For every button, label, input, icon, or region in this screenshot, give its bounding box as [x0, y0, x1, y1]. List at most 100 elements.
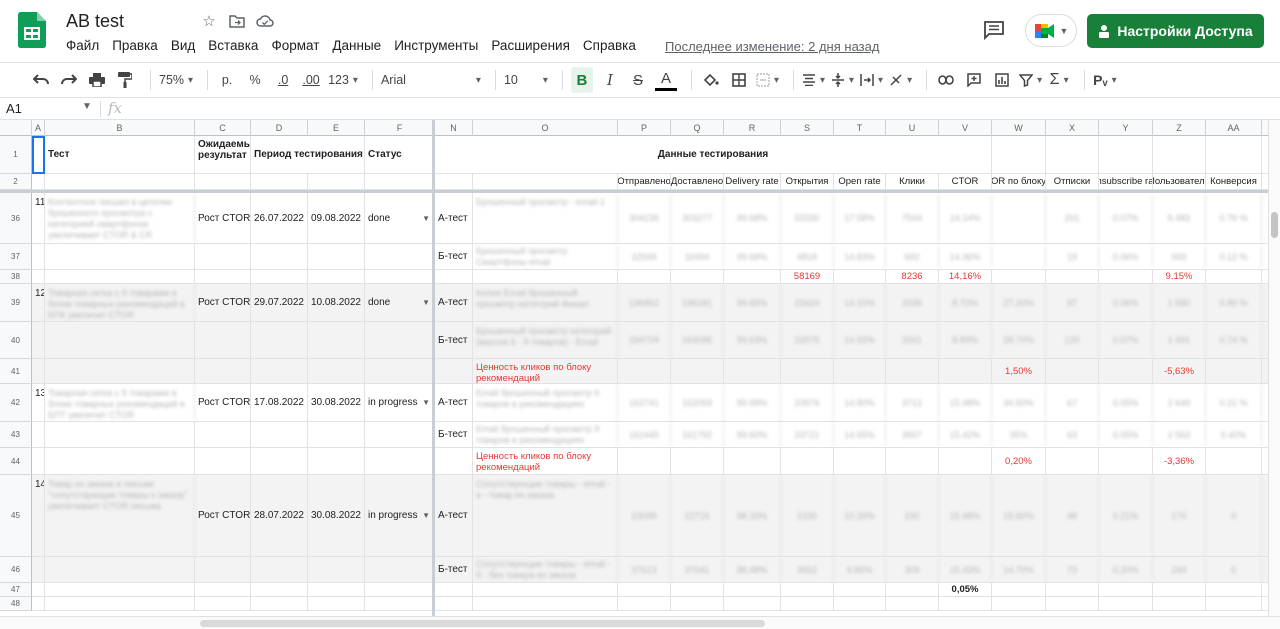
metric-value-t[interactable]: 14.10%: [834, 284, 886, 321]
metric-value-r[interactable]: 99.60%: [724, 422, 781, 447]
cell-e[interactable]: [308, 244, 365, 269]
cell-t[interactable]: [834, 448, 886, 474]
total-s[interactable]: 58169: [781, 270, 834, 283]
cell-x[interactable]: [1046, 583, 1099, 596]
vertical-scroll-thumb[interactable]: [1271, 212, 1278, 238]
metric-value-q[interactable]: 161792: [671, 422, 724, 447]
metric-value-x[interactable]: 19: [1046, 244, 1099, 269]
metric-value-y[interactable]: 0.07%: [1099, 193, 1153, 243]
row-header[interactable]: 2: [0, 174, 32, 190]
metric-value-x[interactable]: 48: [1046, 475, 1099, 556]
cell-f[interactable]: [365, 359, 435, 383]
cell-t[interactable]: [834, 359, 886, 383]
functions-icon[interactable]: Σ: [1048, 67, 1070, 93]
metric-value-u[interactable]: 2036: [886, 284, 939, 321]
start-date[interactable]: 26.07.2022: [251, 193, 308, 243]
metric-value-w[interactable]: [992, 193, 1046, 243]
cell-n[interactable]: [435, 174, 473, 189]
test-id[interactable]: 11: [32, 193, 45, 243]
spreadsheet-grid[interactable]: ABCDEFNOPQRSTUVWXYZAA ТестОжидаемый резу…: [0, 120, 1268, 616]
cell-e[interactable]: [308, 448, 365, 474]
menu-help[interactable]: Справка: [583, 38, 636, 53]
italic-button[interactable]: I: [599, 67, 621, 93]
metric-value-z[interactable]: 244: [1153, 557, 1206, 582]
metric-value-y[interactable]: 0.07%: [1099, 322, 1153, 358]
cell-r[interactable]: [724, 448, 781, 474]
metric-value-aa[interactable]: 0: [1206, 475, 1262, 556]
cell-c[interactable]: [195, 597, 251, 610]
cell-q[interactable]: [671, 359, 724, 383]
end-date[interactable]: 10.08.2022: [308, 284, 365, 321]
cell-f[interactable]: [365, 244, 435, 269]
cell-p[interactable]: [618, 448, 671, 474]
cell-t[interactable]: [834, 583, 886, 596]
metric-value-aa[interactable]: 0.12 %: [1206, 244, 1262, 269]
metric-value-w[interactable]: [992, 244, 1046, 269]
metric-value-w[interactable]: 14.70%: [992, 557, 1046, 582]
row-header[interactable]: 38: [0, 270, 32, 284]
metric-value-s[interactable]: 3652: [781, 557, 834, 582]
cell-f[interactable]: [365, 322, 435, 358]
metric-value-u[interactable]: 692: [886, 244, 939, 269]
row-header[interactable]: 40: [0, 322, 32, 359]
cell-b[interactable]: [45, 557, 195, 582]
metric-value-aa[interactable]: 0.80 %: [1206, 284, 1262, 321]
frozen-columns-divider[interactable]: [432, 120, 435, 616]
click-value-note[interactable]: Ценность кликов по блоку рекомендаций: [473, 448, 618, 474]
start-date[interactable]: 29.07.2022: [251, 284, 308, 321]
cell-d[interactable]: [251, 359, 308, 383]
cell-d[interactable]: [251, 244, 308, 269]
cell-v[interactable]: [939, 597, 992, 610]
comment-history-icon[interactable]: [983, 20, 1005, 40]
cell-d[interactable]: [251, 422, 308, 447]
metric-value-aa[interactable]: 0: [1206, 557, 1262, 582]
metric-value-u[interactable]: 3657: [886, 422, 939, 447]
cell-b[interactable]: [45, 174, 195, 189]
cell-t[interactable]: [834, 270, 886, 283]
row-header[interactable]: 41: [0, 359, 32, 384]
metric-value-z[interactable]: 2 563: [1153, 422, 1206, 447]
cell-a[interactable]: [32, 174, 45, 189]
column-header-c[interactable]: C: [195, 120, 251, 136]
expected-result[interactable]: Рост CTOR: [195, 475, 251, 556]
sheets-logo-icon[interactable]: [18, 12, 46, 48]
metric-value-t[interactable]: 10.26%: [834, 475, 886, 556]
test-id[interactable]: 13: [32, 384, 45, 421]
status-dropdown[interactable]: in progress ▼: [365, 384, 435, 421]
cell-e[interactable]: [308, 359, 365, 383]
variant-label[interactable]: Б-тест: [435, 557, 473, 582]
cell-x[interactable]: [1046, 448, 1099, 474]
metric-value-s[interactable]: 23721: [781, 422, 834, 447]
column-header-e[interactable]: E: [308, 120, 365, 136]
cell-s[interactable]: [781, 583, 834, 596]
meet-button[interactable]: ▼: [1025, 14, 1077, 47]
cell-e[interactable]: [308, 597, 365, 610]
metric-header-z[interactable]: Пользователи: [1153, 174, 1206, 189]
metric-header-q[interactable]: Доставлено: [671, 174, 724, 189]
cell-a[interactable]: [32, 557, 45, 582]
cell-c[interactable]: [195, 557, 251, 582]
cell-y[interactable]: [1099, 136, 1153, 173]
chevron-down-icon[interactable]: ▼: [422, 298, 430, 307]
metric-value-t[interactable]: 14.55%: [834, 322, 886, 358]
cell-a[interactable]: [32, 322, 45, 358]
end-date[interactable]: 30.08.2022: [308, 384, 365, 421]
metric-value-x[interactable]: 120: [1046, 322, 1099, 358]
campaign-name[interactable]: Брошенный просмотр категорий (версия 6 -…: [473, 322, 618, 358]
cell-b[interactable]: [45, 270, 195, 283]
cell-b[interactable]: [45, 597, 195, 610]
paint-format-icon[interactable]: [114, 67, 136, 93]
column-header-r[interactable]: R: [724, 120, 781, 136]
cell-y[interactable]: [1099, 270, 1153, 283]
chevron-down-icon[interactable]: ▼: [422, 214, 430, 223]
header-expected[interactable]: Ожидаемый результат: [195, 136, 251, 173]
metric-value-s[interactable]: 2330: [781, 475, 834, 556]
metric-value-p[interactable]: 164709: [618, 322, 671, 358]
campaign-name[interactable]: Брошенный просмотр - email-1: [473, 193, 618, 243]
cell-u[interactable]: [886, 583, 939, 596]
column-header-x[interactable]: X: [1046, 120, 1099, 136]
cell-t[interactable]: [834, 597, 886, 610]
column-header-t[interactable]: T: [834, 120, 886, 136]
document-title[interactable]: AB test: [66, 11, 124, 32]
menu-view[interactable]: Вид: [171, 38, 195, 53]
